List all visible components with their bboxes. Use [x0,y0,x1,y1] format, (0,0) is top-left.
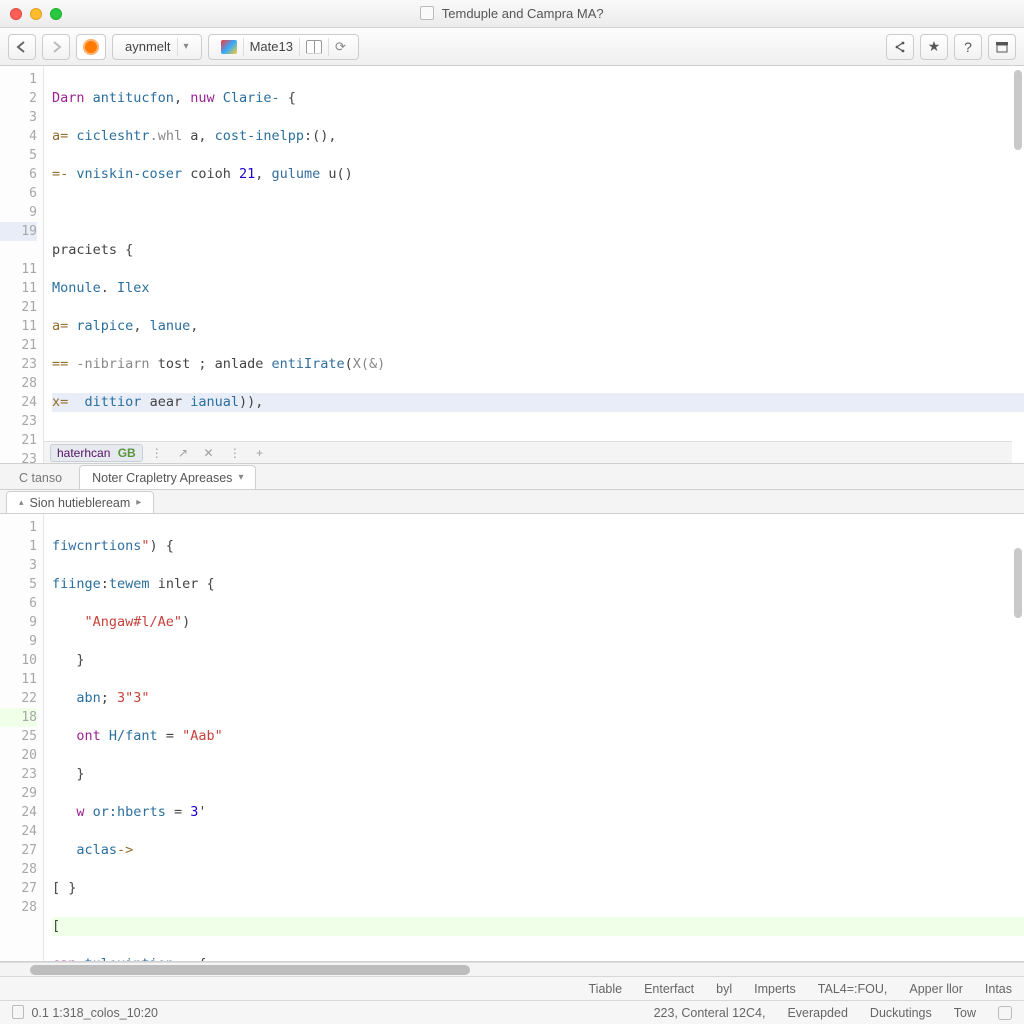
top-editor-pane: 1 2 3 4 5 6 6 9 19 11 11 21 11 21 23 28 … [0,66,1024,464]
window-title-text: Temduple and Campra MA? [442,6,604,21]
top-code[interactable]: Darn antitucfon, nuw Clarie- { a= cicles… [44,66,1024,463]
target-icon [83,39,99,55]
tab-left-label: C tanso [19,471,62,485]
inner-tab-tools[interactable]: ⋮ ↗ ✕ ⋮ + [151,446,269,460]
tab-left[interactable]: C tanso [6,465,75,489]
bottom-gutter: 1 1 3 5 6 9 9 10 11 22 18 25 20 23 29 24… [0,514,44,961]
window-title: Temduple and Campra MA? [0,6,1024,21]
tab-right-label: Noter Crapletry Apreases [92,471,232,485]
bottom-editor-pane: 1 1 3 5 6 9 9 10 11 22 18 25 20 23 29 24… [0,514,1024,962]
status-encoding: Everapded [787,1006,847,1020]
chevron-down-icon: ▾ [238,472,243,483]
back-button[interactable] [8,34,36,60]
archive-button[interactable] [988,34,1016,60]
bb-item[interactable]: Imperts [754,982,796,996]
document-icon [12,1005,24,1019]
top-gutter: 1 2 3 4 5 6 6 9 19 11 11 21 11 21 23 28 … [0,66,44,463]
scheme-label: aynmelt [119,39,177,54]
help-button[interactable]: ? [954,34,982,60]
titlebar: Temduple and Campra MA? [0,0,1024,28]
chevron-right-icon: ▸ [136,497,141,508]
top-inner-tabs: haterhcan GB ⋮ ↗ ✕ ⋮ + [44,441,1012,463]
mid-tabrow: C tanso Noter Crapletry Apreases ▾ [0,464,1024,490]
status-mode: Tow [954,1006,976,1020]
bb-item[interactable]: TAL4=:FOU, [818,982,888,996]
bb-item[interactable]: Enterfact [644,982,694,996]
inner-tab-label: haterhcan [57,446,110,460]
chevron-down-icon: ▾ [178,41,195,52]
inner-tab[interactable]: haterhcan GB [50,444,143,462]
editor-mode-segment[interactable]: Mate13 ⟳ [208,34,359,60]
sub-tab[interactable]: ▴ Sion hutiebleream ▸ [6,491,154,513]
bb-item[interactable]: Apper llor [909,982,963,996]
forward-button[interactable] [42,34,70,60]
editor-mode-label: Mate13 [244,39,299,54]
palette-icon [221,40,237,54]
favorite-button[interactable]: ★ [920,34,948,60]
bottom-code[interactable]: fiwcnrtions") { fiinge:tewem inler { "An… [44,514,1024,961]
share-button[interactable] [886,34,914,60]
horizontal-scrollbar[interactable] [0,962,1024,976]
refresh-icon: ⟳ [329,39,352,55]
document-icon [420,6,434,20]
sub-tabrow: ▴ Sion hutiebleream ▸ [0,490,1024,514]
top-vertical-scrollbar[interactable] [1012,70,1022,437]
inner-tab-badge: GB [118,446,136,460]
scheme-dropdown[interactable]: aynmelt ▾ [112,34,202,60]
status-icon[interactable] [998,1006,1012,1020]
status-cursor: 223, Conteral 12C4, [654,1006,766,1020]
bottom-link-row: Tiable Enterfact byl Imperts TAL4=:FOU, … [0,976,1024,1000]
sub-tab-label: Sion hutiebleream [30,496,131,510]
bottom-vertical-scrollbar[interactable] [1012,518,1022,935]
split-pane-icon [306,40,322,54]
status-left-text: 0.1 1:318_colos_10:20 [31,1006,158,1020]
status-bar: 0.1 1:318_colos_10:20 223, Conteral 12C4… [0,1000,1024,1024]
bb-item[interactable]: Tiable [589,982,623,996]
scheme-button[interactable] [76,34,106,60]
bb-item[interactable]: Intas [985,982,1012,996]
tab-right[interactable]: Noter Crapletry Apreases ▾ [79,465,256,489]
triangle-up-icon: ▴ [19,497,24,508]
toolbar: aynmelt ▾ Mate13 ⟳ ★ ? [0,28,1024,66]
status-lang: Duckutings [870,1006,932,1020]
status-left: 0.1 1:318_colos_10:20 [12,1005,158,1020]
bb-item[interactable]: byl [716,982,732,996]
